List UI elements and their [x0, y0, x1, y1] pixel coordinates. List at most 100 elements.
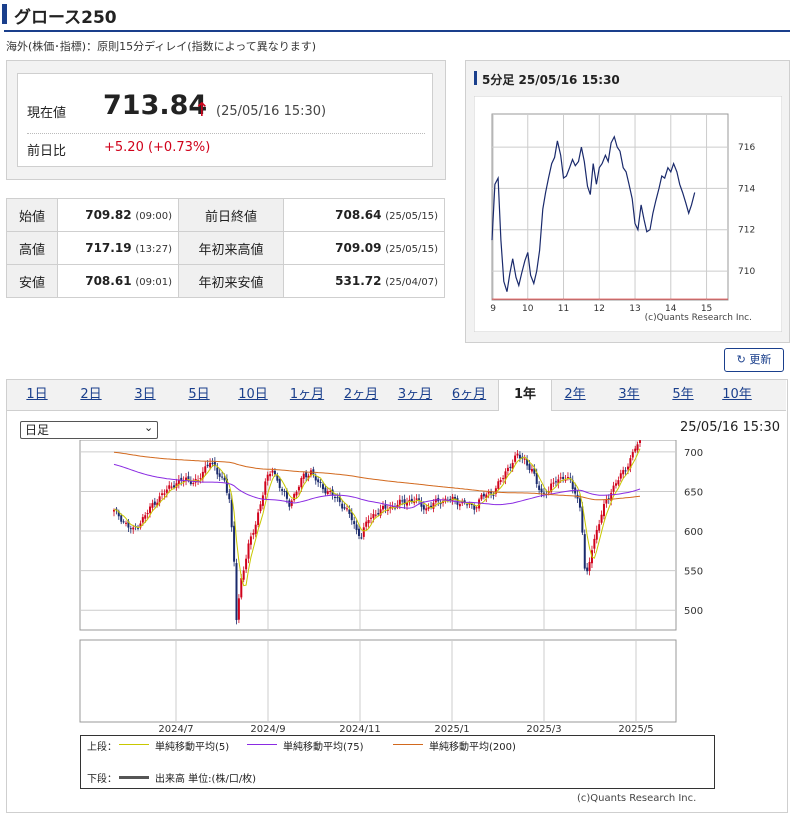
candle-body [129, 528, 132, 530]
candle-body [538, 485, 541, 490]
candle-body [283, 490, 286, 492]
candle-body [235, 563, 238, 621]
candle-body [273, 470, 276, 475]
tab-3[interactable]: 5日 [176, 380, 222, 410]
candle-body [326, 491, 329, 495]
tab-7[interactable]: 3ヶ月 [392, 380, 438, 410]
candle-body [223, 477, 226, 481]
candle-body [281, 489, 284, 491]
tab-10[interactable]: 2年 [552, 380, 598, 410]
candle-body [161, 493, 164, 495]
high-label: 高値 [6, 231, 58, 265]
tab-0[interactable]: 1日 [14, 380, 60, 410]
stats-row-low: 安値 708.61 (09:01) 年初来安値 531.72 (25/04/07… [6, 264, 445, 298]
candle-body [209, 462, 212, 468]
legend-ma5: 単純移動平均(5) [155, 742, 230, 753]
candle-body [631, 452, 634, 458]
candle-body [365, 521, 368, 527]
current-price-value: 713.84 [103, 90, 208, 121]
candle-body [230, 499, 233, 528]
stats-table: 始値 709.82 (09:00) 前日終値 708.64 (25/05/15)… [6, 198, 445, 298]
candle-body [639, 440, 641, 443]
period-select[interactable]: 日足 [20, 421, 158, 439]
intraday-x-tick: 10 [522, 304, 534, 314]
main-x-tick: 2025/3 [526, 724, 561, 735]
candle-body [149, 506, 152, 513]
candle-body [249, 536, 252, 545]
candle-body [165, 489, 168, 493]
intraday-accent-mark [474, 71, 477, 85]
main-x-tick: 2024/11 [339, 724, 381, 735]
tab-2[interactable]: 3日 [122, 380, 168, 410]
open-cell: 709.82 (09:00) [57, 198, 179, 232]
refresh-button-label: 更新 [749, 353, 772, 366]
candle-body [353, 521, 356, 525]
tab-11[interactable]: 3年 [606, 380, 652, 410]
tab-12[interactable]: 5年 [660, 380, 706, 410]
candle-body [187, 476, 190, 480]
high-value: 717.19 [85, 241, 132, 255]
candle-body [242, 570, 245, 580]
tab-9[interactable]: 1年 [498, 380, 552, 411]
candle-body [206, 464, 209, 467]
candle-body [290, 500, 293, 506]
candle-body [288, 500, 291, 507]
candle-body [619, 473, 622, 479]
main-chart-time: 25/05/16 15:30 [680, 420, 780, 435]
legend-upper-label: 上段： [87, 742, 117, 753]
tab-4[interactable]: 10日 [230, 380, 276, 410]
refresh-icon: ↻ [736, 353, 746, 366]
stats-row-high: 高値 717.19 (13:27) 年初来高値 709.09 (25/05/15… [6, 231, 445, 265]
open-value: 709.82 [85, 208, 132, 222]
candle-body [271, 470, 274, 473]
candle-body [204, 466, 207, 473]
legend-ma5-swatch [119, 744, 149, 745]
candle-body [612, 485, 615, 492]
candle-body [530, 468, 533, 472]
candle-body [518, 454, 521, 459]
tab-1[interactable]: 2日 [68, 380, 114, 410]
intraday-title: 5分足 25/05/16 15:30 [482, 73, 620, 87]
candle-body [367, 519, 370, 524]
candle-body [499, 480, 502, 482]
tab-5[interactable]: 1ヶ月 [284, 380, 330, 410]
candle-body [578, 498, 581, 508]
legend-volume: 出来高 単位:(株/口/枚) [155, 774, 257, 785]
main-y-tick: 500 [684, 606, 703, 617]
refresh-button[interactable]: ↻ 更新 [724, 348, 784, 372]
candle-body [554, 481, 557, 483]
tab-8[interactable]: 6ヶ月 [446, 380, 492, 410]
candle-body [588, 561, 591, 572]
candle-body [542, 492, 545, 494]
candle-body [600, 514, 603, 523]
intraday-chart: 9 10 11 12 13 14 15710712714716(c)Quants Resea… [474, 96, 782, 332]
candle-body [168, 485, 171, 489]
candle-body [170, 486, 173, 488]
main-chart: 500 550 600 650 700 2024/7 2024/9 2024/11 2025/1… [79, 440, 703, 735]
candle-body [598, 524, 601, 531]
candle-body [506, 467, 509, 472]
main-y-tick: 700 [684, 448, 703, 459]
candle-body [602, 503, 605, 517]
candle-body [372, 514, 375, 519]
title-accent-mark [2, 4, 7, 24]
candle-body [261, 495, 264, 506]
candle-body [173, 485, 176, 488]
legend-ma200-swatch [393, 744, 423, 745]
candle-body [475, 507, 478, 509]
candle-body [254, 524, 257, 534]
candle-body [410, 498, 413, 502]
tab-13[interactable]: 10年 [714, 380, 760, 410]
period-select-value: 日足 [25, 423, 50, 437]
legend-ma75-swatch [247, 744, 277, 745]
candle-body [122, 521, 125, 523]
current-price-time: (25/05/16 15:30) [216, 104, 327, 119]
delay-note: 海外(株価･指標)：原則15分ディレイ(指数によって異なります) [6, 40, 317, 53]
change-label: 前日比 [27, 144, 67, 159]
tab-6[interactable]: 2ヶ月 [338, 380, 384, 410]
candle-body [624, 470, 627, 472]
ytd-low-value: 531.72 [335, 274, 382, 288]
candle-body [466, 504, 469, 506]
candle-body [125, 522, 128, 524]
price-card [17, 73, 433, 167]
